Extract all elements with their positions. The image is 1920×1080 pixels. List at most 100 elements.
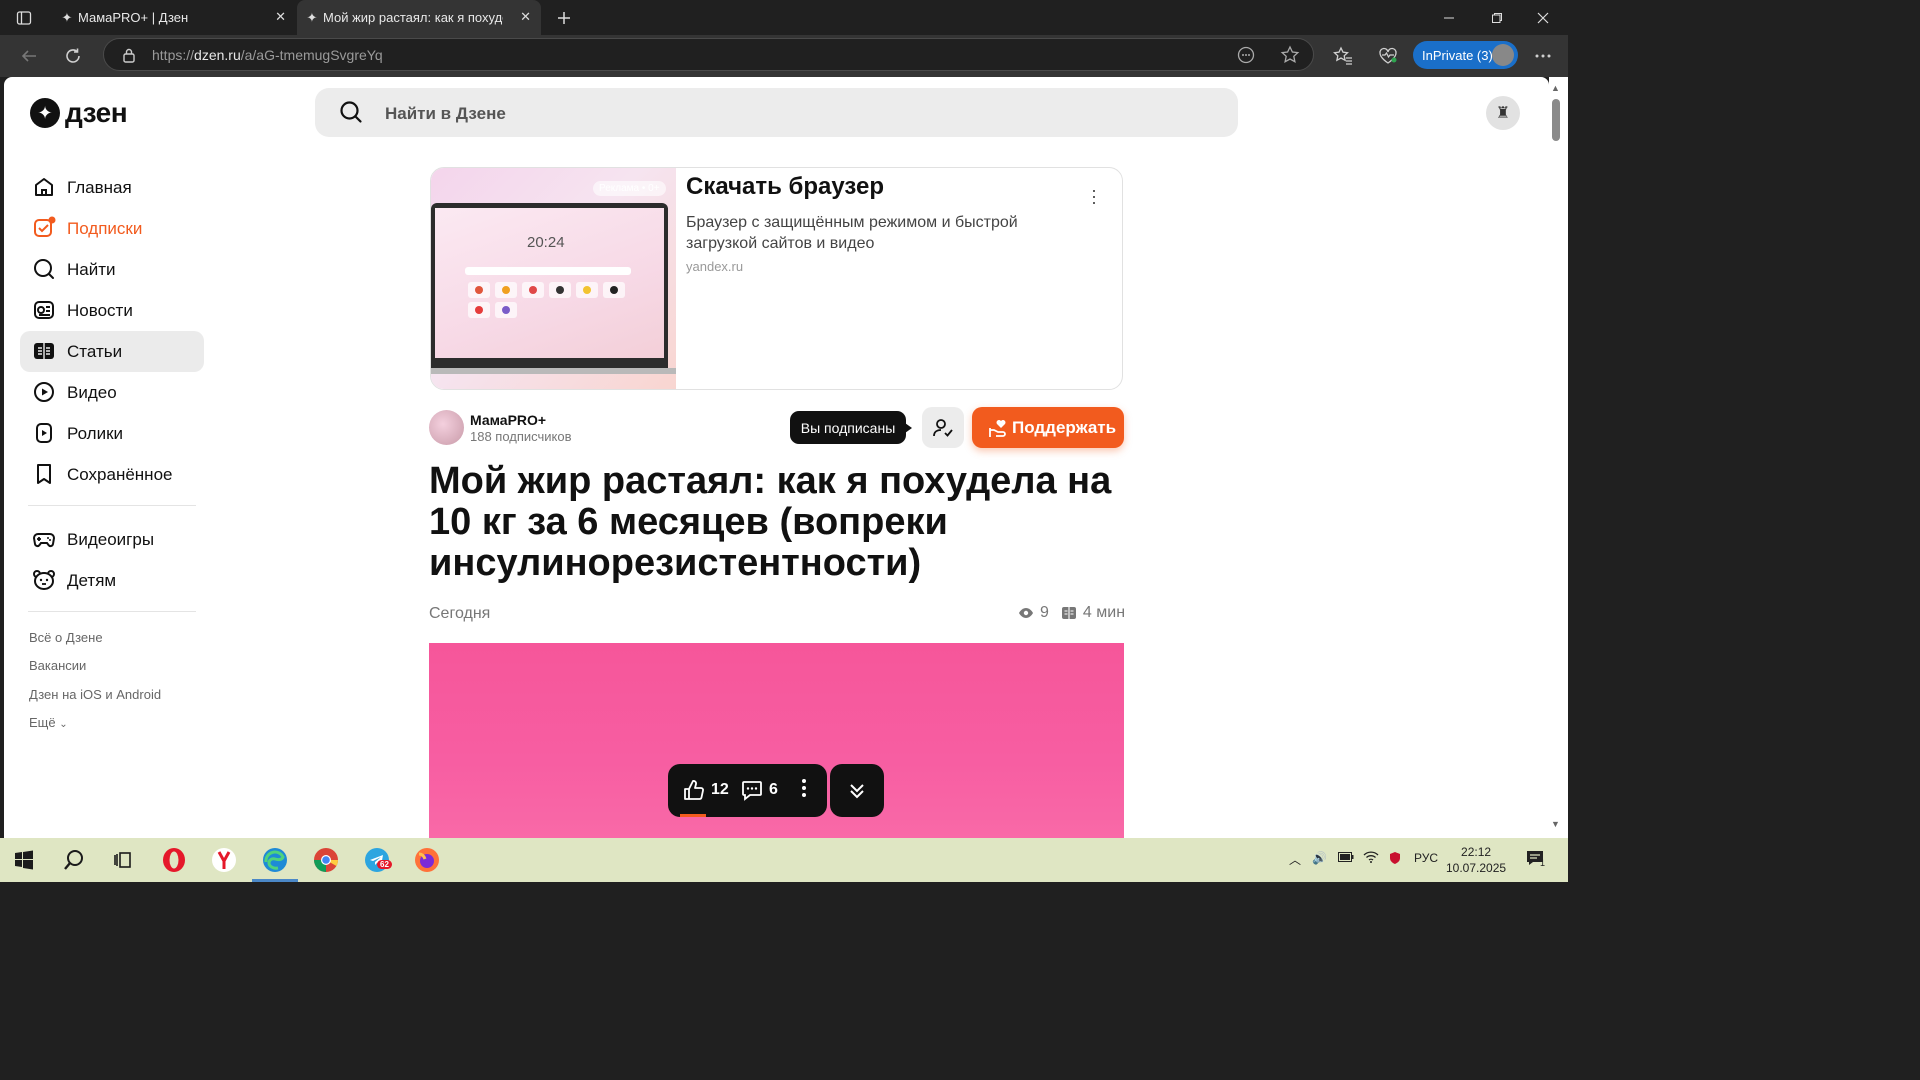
- sidebar-item-articles[interactable]: Статьи: [20, 331, 204, 372]
- scroll-up-arrow-icon[interactable]: ▲: [1551, 83, 1560, 93]
- sidebar-item-label: Детям: [67, 570, 117, 590]
- taskbar-search-icon[interactable]: [60, 846, 88, 874]
- comments-count: 6: [769, 781, 778, 798]
- edge-icon[interactable]: [252, 846, 298, 882]
- volume-icon[interactable]: 🔊: [1312, 851, 1327, 865]
- close-tab-icon[interactable]: ✕: [520, 9, 531, 25]
- sidebar-item-video[interactable]: Видео: [20, 372, 204, 413]
- scroll-down-button[interactable]: [830, 764, 884, 817]
- reader-mode-icon[interactable]: [1237, 46, 1255, 69]
- language-indicator[interactable]: РУС: [1414, 851, 1438, 865]
- page-scrollbar[interactable]: ▲ ▼: [1549, 77, 1568, 838]
- firefox-icon[interactable]: [413, 846, 441, 874]
- author-avatar[interactable]: [429, 410, 464, 445]
- favorites-icon[interactable]: [1328, 41, 1358, 71]
- refresh-icon[interactable]: [58, 41, 88, 71]
- dzen-logo[interactable]: ✦ дзен: [30, 97, 128, 129]
- sidebar-item-subscriptions[interactable]: Подписки: [20, 208, 204, 249]
- sidebar-divider: [28, 611, 196, 612]
- yandex-browser-icon[interactable]: [210, 846, 238, 874]
- opera-icon[interactable]: [160, 846, 188, 874]
- views-eye-icon: [1019, 608, 1033, 618]
- shorts-icon: [36, 423, 52, 443]
- windows-start-icon[interactable]: [10, 846, 38, 874]
- minimize-button[interactable]: [1426, 0, 1472, 35]
- sidebar-item-label: Главная: [67, 177, 132, 197]
- subscriptions-icon: [34, 216, 56, 237]
- support-label: Поддержать: [1012, 417, 1117, 437]
- sidebar-item-search[interactable]: Найти: [20, 249, 204, 290]
- footer-link-apps[interactable]: Дзен на iOS и Android: [29, 687, 161, 702]
- dzen-logo-icon: ✦: [30, 98, 60, 128]
- telegram-icon[interactable]: 62: [363, 846, 392, 874]
- wifi-icon[interactable]: [1363, 851, 1379, 866]
- battery-icon[interactable]: [1338, 851, 1354, 865]
- lock-icon[interactable]: [122, 47, 136, 68]
- security-shield-icon[interactable]: [1388, 851, 1402, 868]
- back-arrow-icon[interactable]: [14, 41, 44, 71]
- comments-button[interactable]: 6: [740, 778, 778, 802]
- sidebar-item-shorts[interactable]: Ролики: [20, 413, 204, 454]
- notifications-icon[interactable]: 1: [1525, 849, 1545, 870]
- user-check-icon: [933, 418, 953, 437]
- profile-avatar: [1492, 44, 1514, 66]
- inprivate-button[interactable]: InPrivate (3): [1413, 41, 1518, 69]
- scrollbar-thumb[interactable]: [1552, 99, 1560, 141]
- support-button[interactable]: Поддержать: [972, 407, 1124, 448]
- scroll-down-arrow-icon[interactable]: ▼: [1551, 819, 1560, 829]
- like-button[interactable]: 12: [682, 778, 729, 802]
- inprivate-label: InPrivate (3): [1422, 47, 1493, 63]
- author-name[interactable]: МамаPRO+: [470, 412, 546, 428]
- sidebar-item-videogames[interactable]: Видеоигры: [20, 519, 204, 560]
- reading-progress: [680, 814, 706, 817]
- footer-link-about[interactable]: Всё о Дзене: [29, 630, 103, 645]
- sidebar-item-home[interactable]: Главная: [20, 167, 204, 208]
- ad-banner[interactable]: 20:24 Реклама • 0+ Скачать браузер Брауз…: [430, 167, 1123, 390]
- ad-image: 20:24 Реклама • 0+: [431, 168, 676, 389]
- sidebar-item-label: Видеоигры: [67, 529, 155, 549]
- favorite-star-icon[interactable]: [1280, 45, 1300, 70]
- ad-source: yandex.ru: [686, 259, 744, 274]
- article-meta: 9 4 мин: [1018, 604, 1125, 622]
- more-actions-icon[interactable]: [801, 778, 807, 798]
- tab-actions-icon[interactable]: [4, 0, 44, 35]
- bookmark-icon: [37, 464, 51, 484]
- system-clock[interactable]: 22:12 10.07.2025: [1446, 844, 1506, 876]
- likes-count: 12: [711, 781, 729, 798]
- page-viewport: ✦ дзен Найти в Дзене ♜ Главная Подписки …: [4, 77, 1549, 838]
- chrome-icon[interactable]: [312, 846, 340, 874]
- more-menu-icon[interactable]: [1528, 41, 1558, 71]
- search-input[interactable]: Найти в Дзене: [315, 88, 1238, 137]
- browser-tab-strip: ✦ МамаPRO+ | Дзен ✕ ✦ Мой жир растаял: к…: [0, 0, 1568, 35]
- home-icon: [35, 178, 53, 196]
- news-icon: [34, 301, 54, 319]
- sidebar-item-label: Найти: [67, 259, 116, 279]
- logo-text: дзен: [65, 97, 128, 128]
- restore-button[interactable]: [1474, 0, 1520, 35]
- ad-more-icon[interactable]: · · ·: [1091, 181, 1097, 211]
- footer-link-jobs[interactable]: Вакансии: [29, 658, 86, 673]
- close-tab-icon[interactable]: ✕: [275, 9, 286, 25]
- sidebar-item-kids[interactable]: Детям: [20, 560, 204, 601]
- sidebar-item-saved[interactable]: Сохранённое: [20, 454, 204, 495]
- footer-link-more[interactable]: Ещё ⌄: [29, 715, 68, 730]
- tray-chevron-up-icon[interactable]: ︿: [1289, 851, 1301, 868]
- url-text: https://dzen.ru/a/aG-tmemugSvgreYq: [152, 47, 383, 63]
- sidebar-item-label: Сохранённое: [67, 464, 173, 484]
- new-tab-button[interactable]: [541, 0, 587, 35]
- laptop-illustration: 20:24: [431, 203, 668, 368]
- tab-article[interactable]: ✦ Мой жир растаял: как я похудел ✕: [297, 0, 541, 35]
- task-view-icon[interactable]: [109, 846, 137, 874]
- browser-essentials-icon[interactable]: [1373, 41, 1403, 71]
- address-bar[interactable]: https://dzen.ru/a/aG-tmemugSvgreYq: [103, 38, 1314, 71]
- close-window-button[interactable]: [1520, 0, 1566, 35]
- dzen-favicon-icon: ✦: [306, 10, 318, 25]
- subscribed-button[interactable]: [922, 407, 964, 448]
- sidebar-item-label: Статьи: [67, 341, 123, 361]
- ad-title: Скачать браузер: [686, 173, 885, 200]
- sidebar-item-label: Ролики: [67, 423, 124, 443]
- comment-icon: [742, 781, 762, 801]
- user-avatar[interactable]: ♜: [1486, 96, 1520, 130]
- tab-mamapro[interactable]: ✦ МамаPRO+ | Дзен ✕: [52, 0, 296, 35]
- sidebar-item-news[interactable]: Новости: [20, 290, 204, 331]
